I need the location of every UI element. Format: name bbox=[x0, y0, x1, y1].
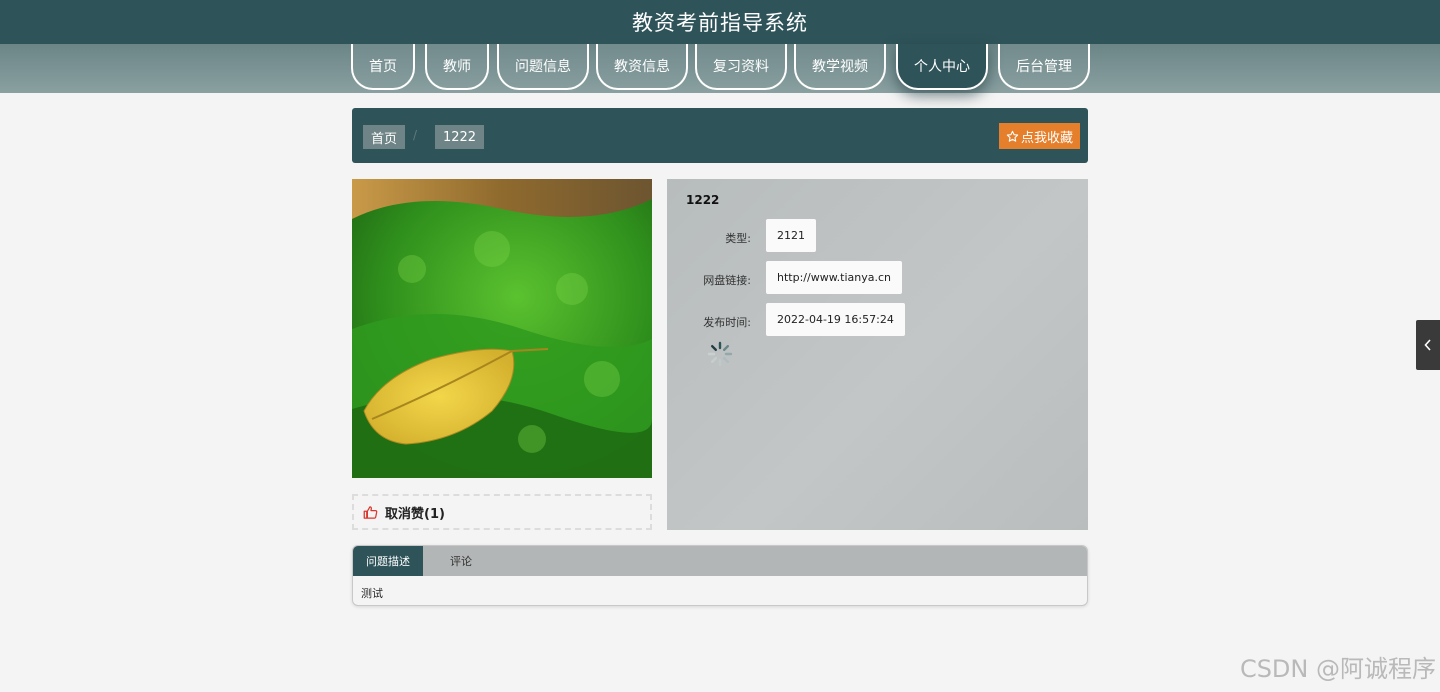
tab-comments[interactable]: 评论 bbox=[431, 546, 491, 576]
field-label-type: 类型: bbox=[725, 232, 751, 245]
favorite-button-label: 点我收藏 bbox=[1020, 130, 1073, 146]
watermark: CSDN @阿诚程序 bbox=[1239, 655, 1436, 683]
like-label: 取消赞(1) bbox=[385, 506, 445, 522]
nav-item-teacher[interactable]: 教师 bbox=[425, 44, 489, 90]
tabs-header: 问题描述 评论 bbox=[353, 546, 1087, 576]
loading-spinner-icon bbox=[707, 341, 733, 367]
breadcrumb: 首页 / 1222 点我收藏 bbox=[352, 108, 1088, 163]
main-nav: 首页 教师 问题信息 教资信息 复习资料 教学视频 个人中心 后台管理 bbox=[0, 44, 1440, 93]
breadcrumb-home[interactable]: 首页 bbox=[363, 125, 406, 149]
field-value-published: 2022-04-19 16:57:24 bbox=[766, 303, 905, 336]
site-title: 教资考前指导系统 bbox=[632, 11, 808, 35]
chevron-left-icon bbox=[1424, 339, 1431, 351]
side-panel-toggle[interactable] bbox=[1416, 320, 1440, 370]
field-label-published: 发布时间: bbox=[703, 316, 751, 329]
nav-item-exam-info[interactable]: 教资信息 bbox=[596, 44, 688, 90]
field-value-link[interactable]: http://www.tianya.cn bbox=[766, 261, 903, 294]
detail-panel: 1222 类型: 2121 网盘链接: http://www.tianya.cn… bbox=[667, 179, 1088, 530]
nav-item-teaching-videos[interactable]: 教学视频 bbox=[794, 44, 886, 90]
breadcrumb-current: 1222 bbox=[435, 125, 484, 149]
detail-title: 1222 bbox=[686, 193, 720, 207]
nav-item-home[interactable]: 首页 bbox=[351, 44, 415, 90]
like-toggle[interactable]: 取消赞(1) bbox=[352, 494, 652, 530]
nav-item-review-materials[interactable]: 复习资料 bbox=[695, 44, 787, 90]
nav-item-personal-center[interactable]: 个人中心 bbox=[896, 44, 988, 90]
detail-tabs: 问题描述 评论 测试 bbox=[352, 545, 1088, 606]
tab-question-description[interactable]: 问题描述 bbox=[353, 546, 423, 576]
field-value-type: 2121 bbox=[766, 219, 816, 252]
star-outline-icon bbox=[1006, 130, 1019, 142]
nav-item-questions[interactable]: 问题信息 bbox=[497, 44, 589, 90]
breadcrumb-separator: / bbox=[413, 128, 418, 142]
nav-item-admin[interactable]: 后台管理 bbox=[998, 44, 1090, 90]
tab-content: 测试 bbox=[361, 587, 383, 600]
favorite-button[interactable]: 点我收藏 bbox=[999, 123, 1080, 149]
field-label-link: 网盘链接: bbox=[703, 274, 751, 287]
site-header: 教资考前指导系统 bbox=[0, 0, 1440, 44]
resource-image bbox=[352, 179, 652, 478]
thumbs-up-icon bbox=[363, 505, 378, 519]
